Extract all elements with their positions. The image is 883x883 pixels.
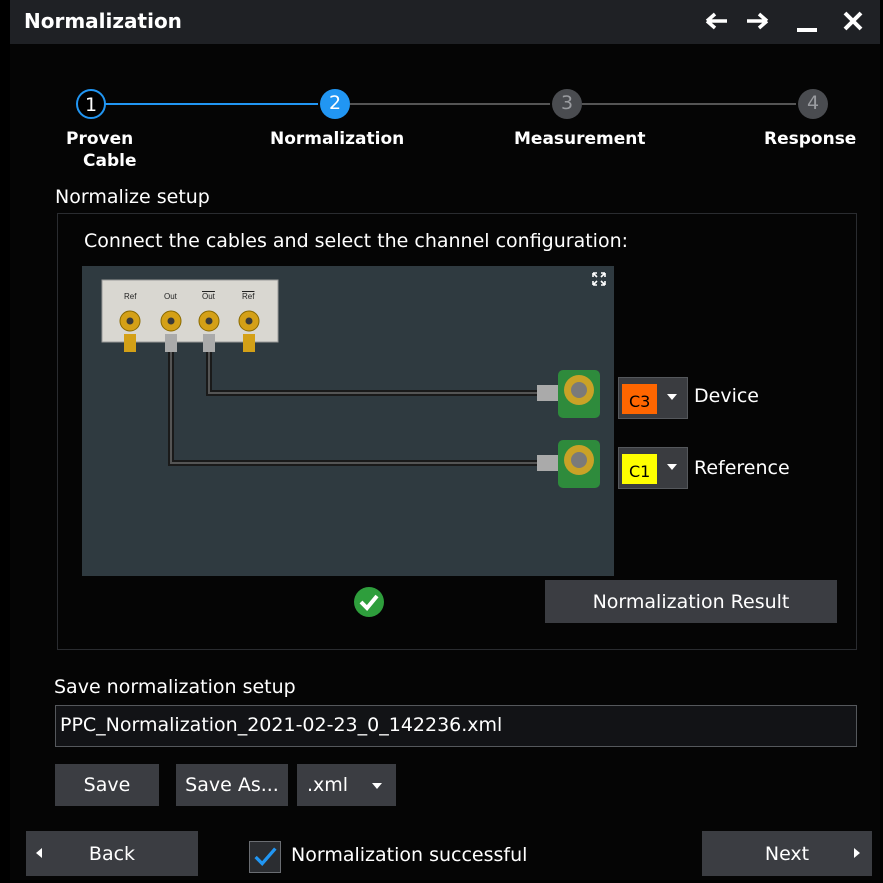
stepper-line-3 <box>582 103 796 105</box>
next-button-label: Next <box>764 843 810 865</box>
stepper-line-2 <box>350 103 550 105</box>
normalization-window: Normalization 1 2 3 4 Proven Cable Norma… <box>0 0 883 883</box>
normalization-successful-checkbox[interactable] <box>249 841 281 873</box>
filename-field[interactable]: PPC_Normalization_2021-02-23_0_142236.xm… <box>55 705 857 747</box>
back-button[interactable]: Back <box>26 831 198 876</box>
reference-channel-value: C1 <box>622 454 657 484</box>
back-button-label: Back <box>88 843 136 865</box>
normalization-result-button[interactable]: Normalization Result <box>545 580 837 623</box>
step-3-label: Measurement <box>514 129 646 149</box>
setup-instruction: Connect the cables and select the channe… <box>84 230 629 252</box>
reference-label: Reference <box>694 457 790 479</box>
device-channel-value: C3 <box>622 384 657 414</box>
connector-label-out-2: Out <box>202 292 215 301</box>
connector-label-ref-2: Ref <box>242 292 255 301</box>
chevron-left-icon <box>36 848 42 858</box>
step-3-indicator[interactable]: 3 <box>552 89 582 119</box>
step-1-indicator[interactable]: 1 <box>76 89 106 119</box>
extension-select[interactable]: .xml <box>297 764 396 806</box>
close-icon[interactable] <box>838 6 868 36</box>
step-4-indicator[interactable]: 4 <box>798 89 828 119</box>
step-1-label-line1: Proven <box>66 129 134 149</box>
forward-arrow-icon[interactable] <box>742 6 772 36</box>
next-button[interactable]: Next <box>702 831 872 876</box>
save-as-button[interactable]: Save As... <box>176 764 288 806</box>
step-4-label: Response <box>764 129 857 149</box>
step-2-indicator[interactable]: 2 <box>320 89 350 119</box>
checkmark-icon <box>254 847 277 866</box>
chevron-right-icon <box>854 848 860 858</box>
dialog-content: 1 2 3 4 Proven Cable Normalization Measu… <box>10 44 880 880</box>
reference-channel-select[interactable]: C1 <box>618 447 688 489</box>
step-1-label: Proven Cable <box>66 128 136 172</box>
step-1-label-line2: Cable <box>83 151 137 171</box>
chevron-down-icon <box>667 464 677 470</box>
window-title: Normalization <box>24 9 182 33</box>
step-2-label: Normalization <box>270 129 405 149</box>
chevron-down-icon <box>667 394 677 400</box>
connector-label-out-1: Out <box>164 292 177 301</box>
extension-value: .xml <box>307 774 349 796</box>
device-channel-select[interactable]: C3 <box>618 377 688 419</box>
back-arrow-icon[interactable] <box>702 6 732 36</box>
connector-label-ref-1: Ref <box>124 292 137 301</box>
stepper-line-1 <box>105 103 318 105</box>
save-setup-title: Save normalization setup <box>54 676 296 698</box>
checkmark-circle-icon <box>354 587 384 617</box>
connection-diagram: Ref Out Out Ref <box>82 266 614 576</box>
save-button[interactable]: Save <box>55 764 159 806</box>
probe-diagram <box>101 279 600 488</box>
minimize-icon[interactable] <box>792 6 822 36</box>
normalize-setup-title: Normalize setup <box>55 186 210 208</box>
title-bar: Normalization <box>10 0 880 44</box>
chevron-down-icon <box>372 783 382 789</box>
device-label: Device <box>694 385 759 407</box>
normalization-status-label: Normalization successful <box>291 844 528 866</box>
